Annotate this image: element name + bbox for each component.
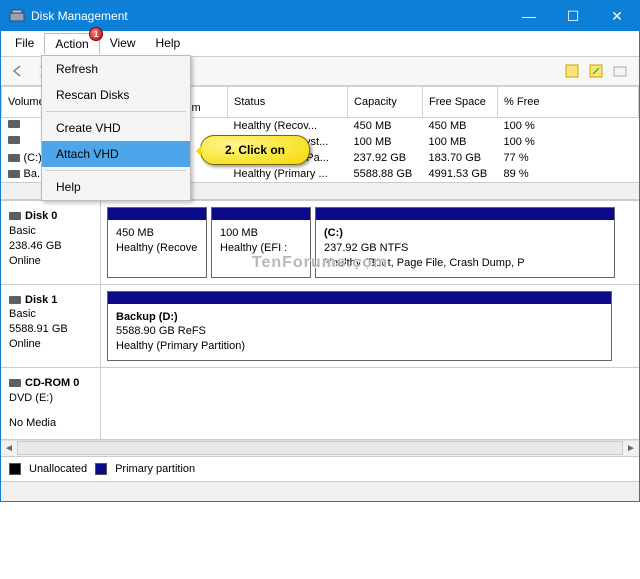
annotation-marker-1: 1 (89, 27, 103, 41)
col-capacity[interactable]: Capacity (348, 87, 423, 118)
horizontal-scrollbar[interactable]: ◄ ► (1, 440, 639, 456)
legend: Unallocated Primary partition (1, 456, 639, 481)
disk-partitions (101, 368, 639, 439)
col-pctfree[interactable]: % Free (498, 87, 639, 118)
disk-icon (9, 296, 21, 304)
menu-attach-vhd[interactable]: Attach VHD 2. Click on (42, 141, 190, 167)
menu-separator (46, 111, 186, 112)
menu-create-vhd[interactable]: Create VHD (42, 115, 190, 141)
partition-stripe (212, 208, 310, 220)
disk-info[interactable]: CD-ROM 0DVD (E:)No Media (1, 368, 101, 439)
action-dropdown: Refresh Rescan Disks Create VHD Attach V… (41, 55, 191, 201)
menu-help[interactable]: Help (146, 33, 191, 54)
window-title: Disk Management (31, 9, 507, 23)
disk-row: CD-ROM 0DVD (E:)No Media (1, 368, 639, 440)
volume-icon (8, 120, 20, 128)
scroll-right-arrow[interactable]: ► (623, 440, 639, 456)
volume-icon (8, 170, 20, 178)
menu-attach-vhd-label: Attach VHD (56, 147, 119, 161)
partition[interactable]: 100 MBHealthy (EFI : (211, 207, 311, 278)
close-button[interactable]: ✕ (595, 1, 639, 31)
legend-swatch-unallocated (9, 463, 21, 475)
partition[interactable]: 450 MBHealthy (Recovery (107, 207, 207, 278)
legend-swatch-primary (95, 463, 107, 475)
app-icon (9, 8, 25, 24)
col-status[interactable]: Status (228, 87, 348, 118)
scroll-track[interactable] (17, 441, 623, 455)
disk-row: Disk 0Basic238.46 GBOnline450 MBHealthy … (1, 201, 639, 285)
partition[interactable]: (C:)237.92 GB NTFSHealthy (Boot, Page Fi… (315, 207, 615, 278)
menubar: File Action View Help 1 Refresh Rescan D… (1, 31, 639, 57)
menu-help-item[interactable]: Help (42, 174, 190, 200)
minimize-button[interactable]: — (507, 1, 551, 31)
back-button[interactable] (7, 60, 29, 82)
partition-stripe (108, 292, 611, 304)
legend-unallocated: Unallocated (29, 463, 87, 475)
volume-icon (8, 154, 20, 162)
menu-rescan-disks[interactable]: Rescan Disks (42, 82, 190, 108)
partition-stripe (316, 208, 614, 220)
partition[interactable]: Backup (D:)5588.90 GB ReFSHealthy (Prima… (107, 291, 612, 362)
disk-icon (9, 212, 21, 220)
disk-icon (9, 379, 21, 387)
menu-file[interactable]: File (5, 33, 44, 54)
refresh-icon[interactable] (561, 60, 583, 82)
disk-partitions: 450 MBHealthy (Recovery100 MBHealthy (EF… (101, 201, 639, 284)
status-bar (1, 481, 639, 501)
col-freespace[interactable]: Free Space (423, 87, 498, 118)
annotation-callout: 2. Click on (200, 135, 310, 165)
window: Disk Management — ☐ ✕ File Action View H… (0, 0, 640, 502)
disk-row: Disk 1Basic5588.91 GBOnlineBackup (D:)55… (1, 285, 639, 369)
maximize-button[interactable]: ☐ (551, 1, 595, 31)
disk-partitions: Backup (D:)5588.90 GB ReFSHealthy (Prima… (101, 285, 639, 368)
volume-icon (8, 136, 20, 144)
menu-separator (46, 170, 186, 171)
menu-refresh[interactable]: Refresh (42, 56, 190, 82)
properties-icon[interactable] (609, 60, 631, 82)
disk-graphical-list: Disk 0Basic238.46 GBOnline450 MBHealthy … (1, 200, 639, 440)
disk-info[interactable]: Disk 1Basic5588.91 GBOnline (1, 285, 101, 368)
rescan-icon[interactable] (585, 60, 607, 82)
legend-primary: Primary partition (115, 463, 195, 475)
scroll-left-arrow[interactable]: ◄ (1, 440, 17, 456)
partition-stripe (108, 208, 206, 220)
menu-view[interactable]: View (100, 33, 146, 54)
disk-info[interactable]: Disk 0Basic238.46 GBOnline (1, 201, 101, 284)
